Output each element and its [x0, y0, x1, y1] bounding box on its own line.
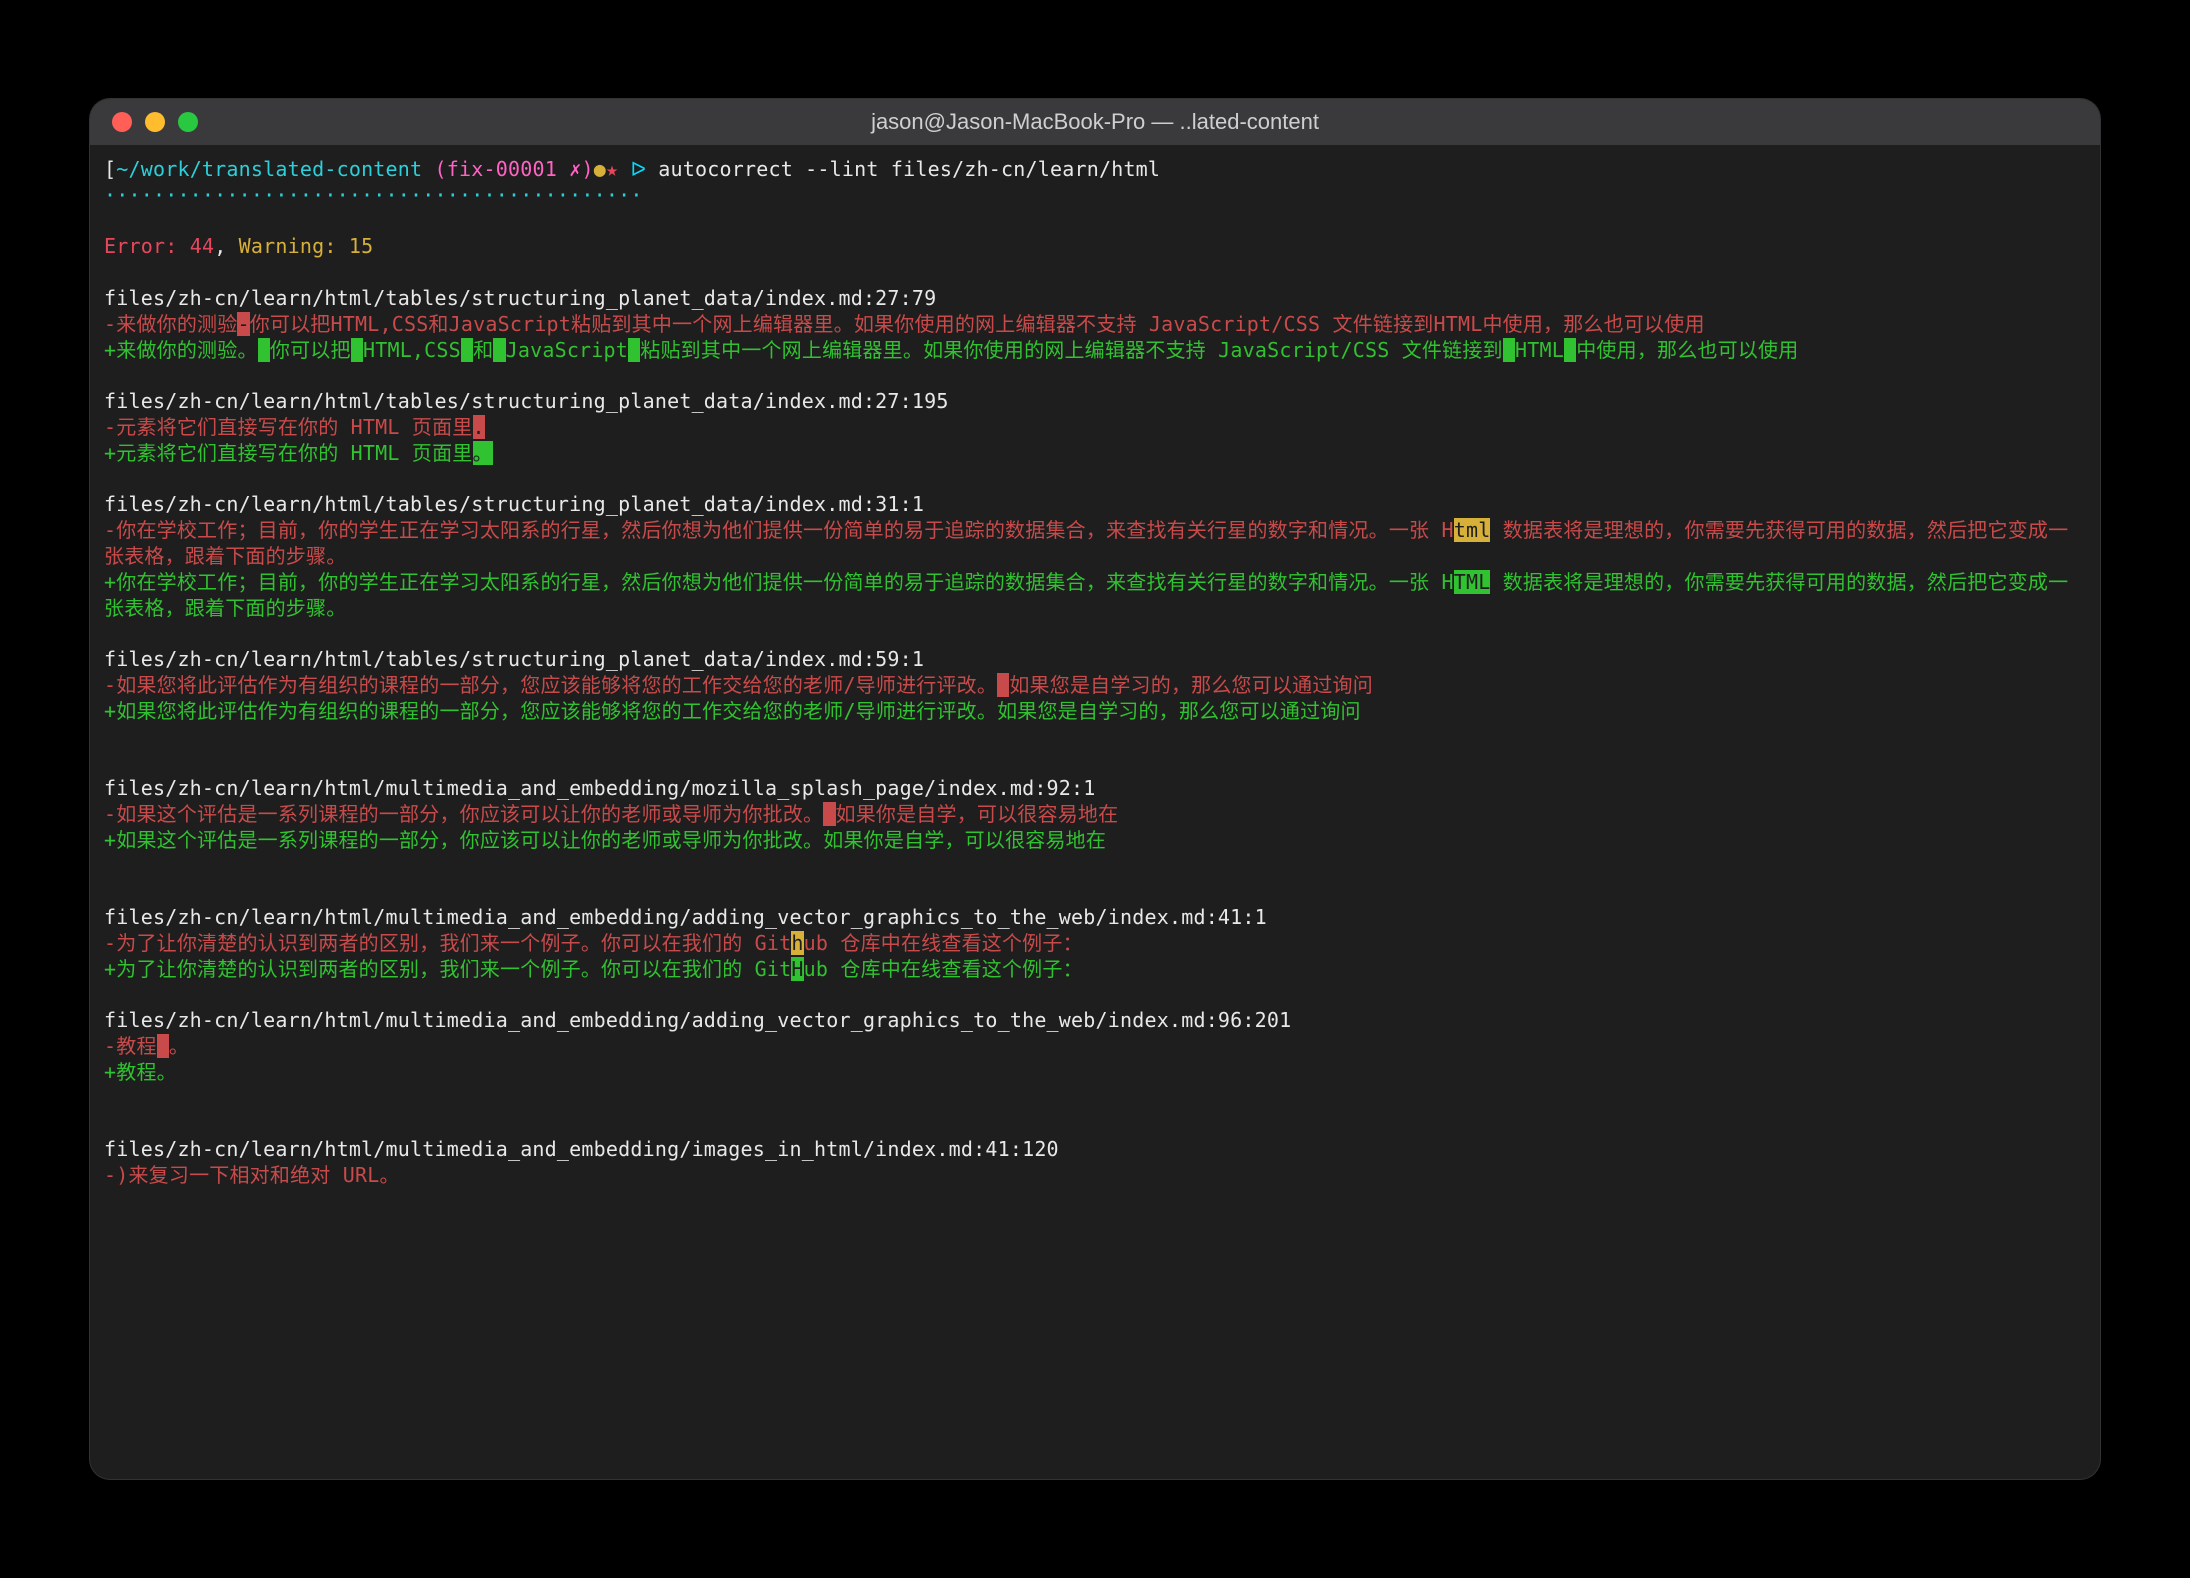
- status-star-icon: ★: [606, 157, 618, 181]
- lint-summary: Error: 44, Warning: 15: [104, 234, 2086, 260]
- file-location: files/zh-cn/learn/html/tables/structurin…: [104, 286, 2086, 312]
- file-location: files/zh-cn/learn/html/multimedia_and_em…: [104, 905, 2086, 931]
- diff-added-line: +教程。: [104, 1060, 2086, 1086]
- file-location: files/zh-cn/learn/html/tables/structurin…: [104, 492, 2086, 518]
- blank-line: [104, 621, 2086, 647]
- blank-line: [104, 1111, 2086, 1137]
- command-input[interactable]: autocorrect --lint files/zh-cn/learn/htm…: [658, 157, 1160, 181]
- diff-highlight: [1564, 338, 1576, 362]
- progress-dots: ········································…: [104, 183, 2086, 209]
- diff-highlight: TML: [1454, 570, 1491, 594]
- terminal-window: jason@Jason-MacBook-Pro — ..lated-conten…: [90, 99, 2100, 1479]
- minimize-icon[interactable]: [145, 112, 165, 132]
- diff-deleted-line: -教程 。: [104, 1034, 2086, 1060]
- diff-deleted-line: -)来复习一下相对和绝对 URL。: [104, 1163, 2086, 1189]
- diff-highlight: [1503, 338, 1515, 362]
- diff-highlight: h: [791, 931, 803, 955]
- diff-added-line: +来做你的测验。 你可以把 HTML,CSS 和 JavaScript 粘贴到其…: [104, 338, 2086, 364]
- blank-line: [104, 363, 2086, 389]
- diff-highlight: [997, 673, 1009, 697]
- diff-deleted-line: -来做你的测验-你可以把HTML,CSS和JavaScript粘贴到其中一个网上…: [104, 312, 2086, 338]
- error-label: Error:: [104, 234, 177, 258]
- diff-highlight: [628, 338, 640, 362]
- file-location: files/zh-cn/learn/html/multimedia_and_em…: [104, 776, 2086, 802]
- window-title: jason@Jason-MacBook-Pro — ..lated-conten…: [90, 109, 2100, 135]
- diff-highlight: [493, 338, 505, 362]
- blank-line: [104, 983, 2086, 1009]
- git-dirty-icon: ✗: [569, 157, 581, 181]
- file-location: files/zh-cn/learn/html/multimedia_and_em…: [104, 1137, 2086, 1163]
- warning-label: Warning:: [239, 234, 337, 258]
- diff-highlight: [157, 1034, 169, 1058]
- file-location: files/zh-cn/learn/html/tables/structurin…: [104, 389, 2086, 415]
- file-location: files/zh-cn/learn/html/multimedia_and_em…: [104, 1008, 2086, 1034]
- diff-added-line: +为了让你清楚的认识到两者的区别，我们来一个例子。你可以在我们的 GitHub …: [104, 957, 2086, 983]
- diff-added-line: +你在学校工作；目前，你的学生正在学习太阳系的行星，然后你想为他们提供一份简单的…: [104, 570, 2086, 622]
- maximize-icon[interactable]: [178, 112, 198, 132]
- blank-line: [104, 209, 2086, 235]
- diff-highlight: [461, 338, 473, 362]
- diff-added-line: +如果您将此评估作为有组织的课程的一部分，您应该能够将您的工作交给您的老师/导师…: [104, 699, 2086, 725]
- prompt-arrow-icon: ᐅ: [630, 157, 646, 181]
- diff-highlight: tml: [1454, 518, 1491, 542]
- terminal-body[interactable]: [~/work/translated-content (fix-00001 ✗)…: [90, 145, 2100, 1479]
- prompt-line: [~/work/translated-content (fix-00001 ✗)…: [104, 157, 2086, 183]
- blank-line: [104, 750, 2086, 776]
- git-branch: (fix-00001: [435, 157, 570, 181]
- diff-highlight: [351, 338, 363, 362]
- blank-line: [104, 1086, 2086, 1112]
- warning-count: 15: [349, 234, 373, 258]
- diff-deleted-line: -为了让你清楚的认识到两者的区别，我们来一个例子。你可以在我们的 Github …: [104, 931, 2086, 957]
- diff-highlight: .: [473, 415, 485, 439]
- diff-highlight: 。: [473, 441, 493, 465]
- diff-deleted-line: -如果这个评估是一系列课程的一部分，你应该可以让你的老师或导师为你批改。 如果你…: [104, 802, 2086, 828]
- diff-added-line: +元素将它们直接写在你的 HTML 页面里。: [104, 441, 2086, 467]
- bracket: [: [104, 157, 116, 181]
- file-location: files/zh-cn/learn/html/tables/structurin…: [104, 647, 2086, 673]
- blank-line: [104, 879, 2086, 905]
- close-icon[interactable]: [112, 112, 132, 132]
- blank-line: [104, 467, 2086, 493]
- diff-added-line: +如果这个评估是一系列课程的一部分，你应该可以让你的老师或导师为你批改。如果你是…: [104, 828, 2086, 854]
- blank-line: [104, 1189, 2086, 1215]
- diff-highlight: [258, 338, 270, 362]
- status-dot-icon: ●: [594, 157, 606, 181]
- blank-line: [104, 854, 2086, 880]
- blank-line: [104, 725, 2086, 751]
- diff-highlight: -: [237, 312, 249, 336]
- diff-deleted-line: -你在学校工作；目前，你的学生正在学习太阳系的行星，然后你想为他们提供一份简单的…: [104, 518, 2086, 570]
- error-count: 44: [190, 234, 214, 258]
- window-titlebar[interactable]: jason@Jason-MacBook-Pro — ..lated-conten…: [90, 99, 2100, 145]
- diff-deleted-line: -如果您将此评估作为有组织的课程的一部分，您应该能够将您的工作交给您的老师/导师…: [104, 673, 2086, 699]
- diff-highlight: H: [791, 957, 803, 981]
- cwd-path: ~/work/translated-content: [116, 157, 422, 181]
- traffic-lights: [90, 112, 198, 132]
- diff-highlight: [823, 802, 835, 826]
- diff-deleted-line: -元素将它们直接写在你的 HTML 页面里.: [104, 415, 2086, 441]
- blank-line: [104, 260, 2086, 286]
